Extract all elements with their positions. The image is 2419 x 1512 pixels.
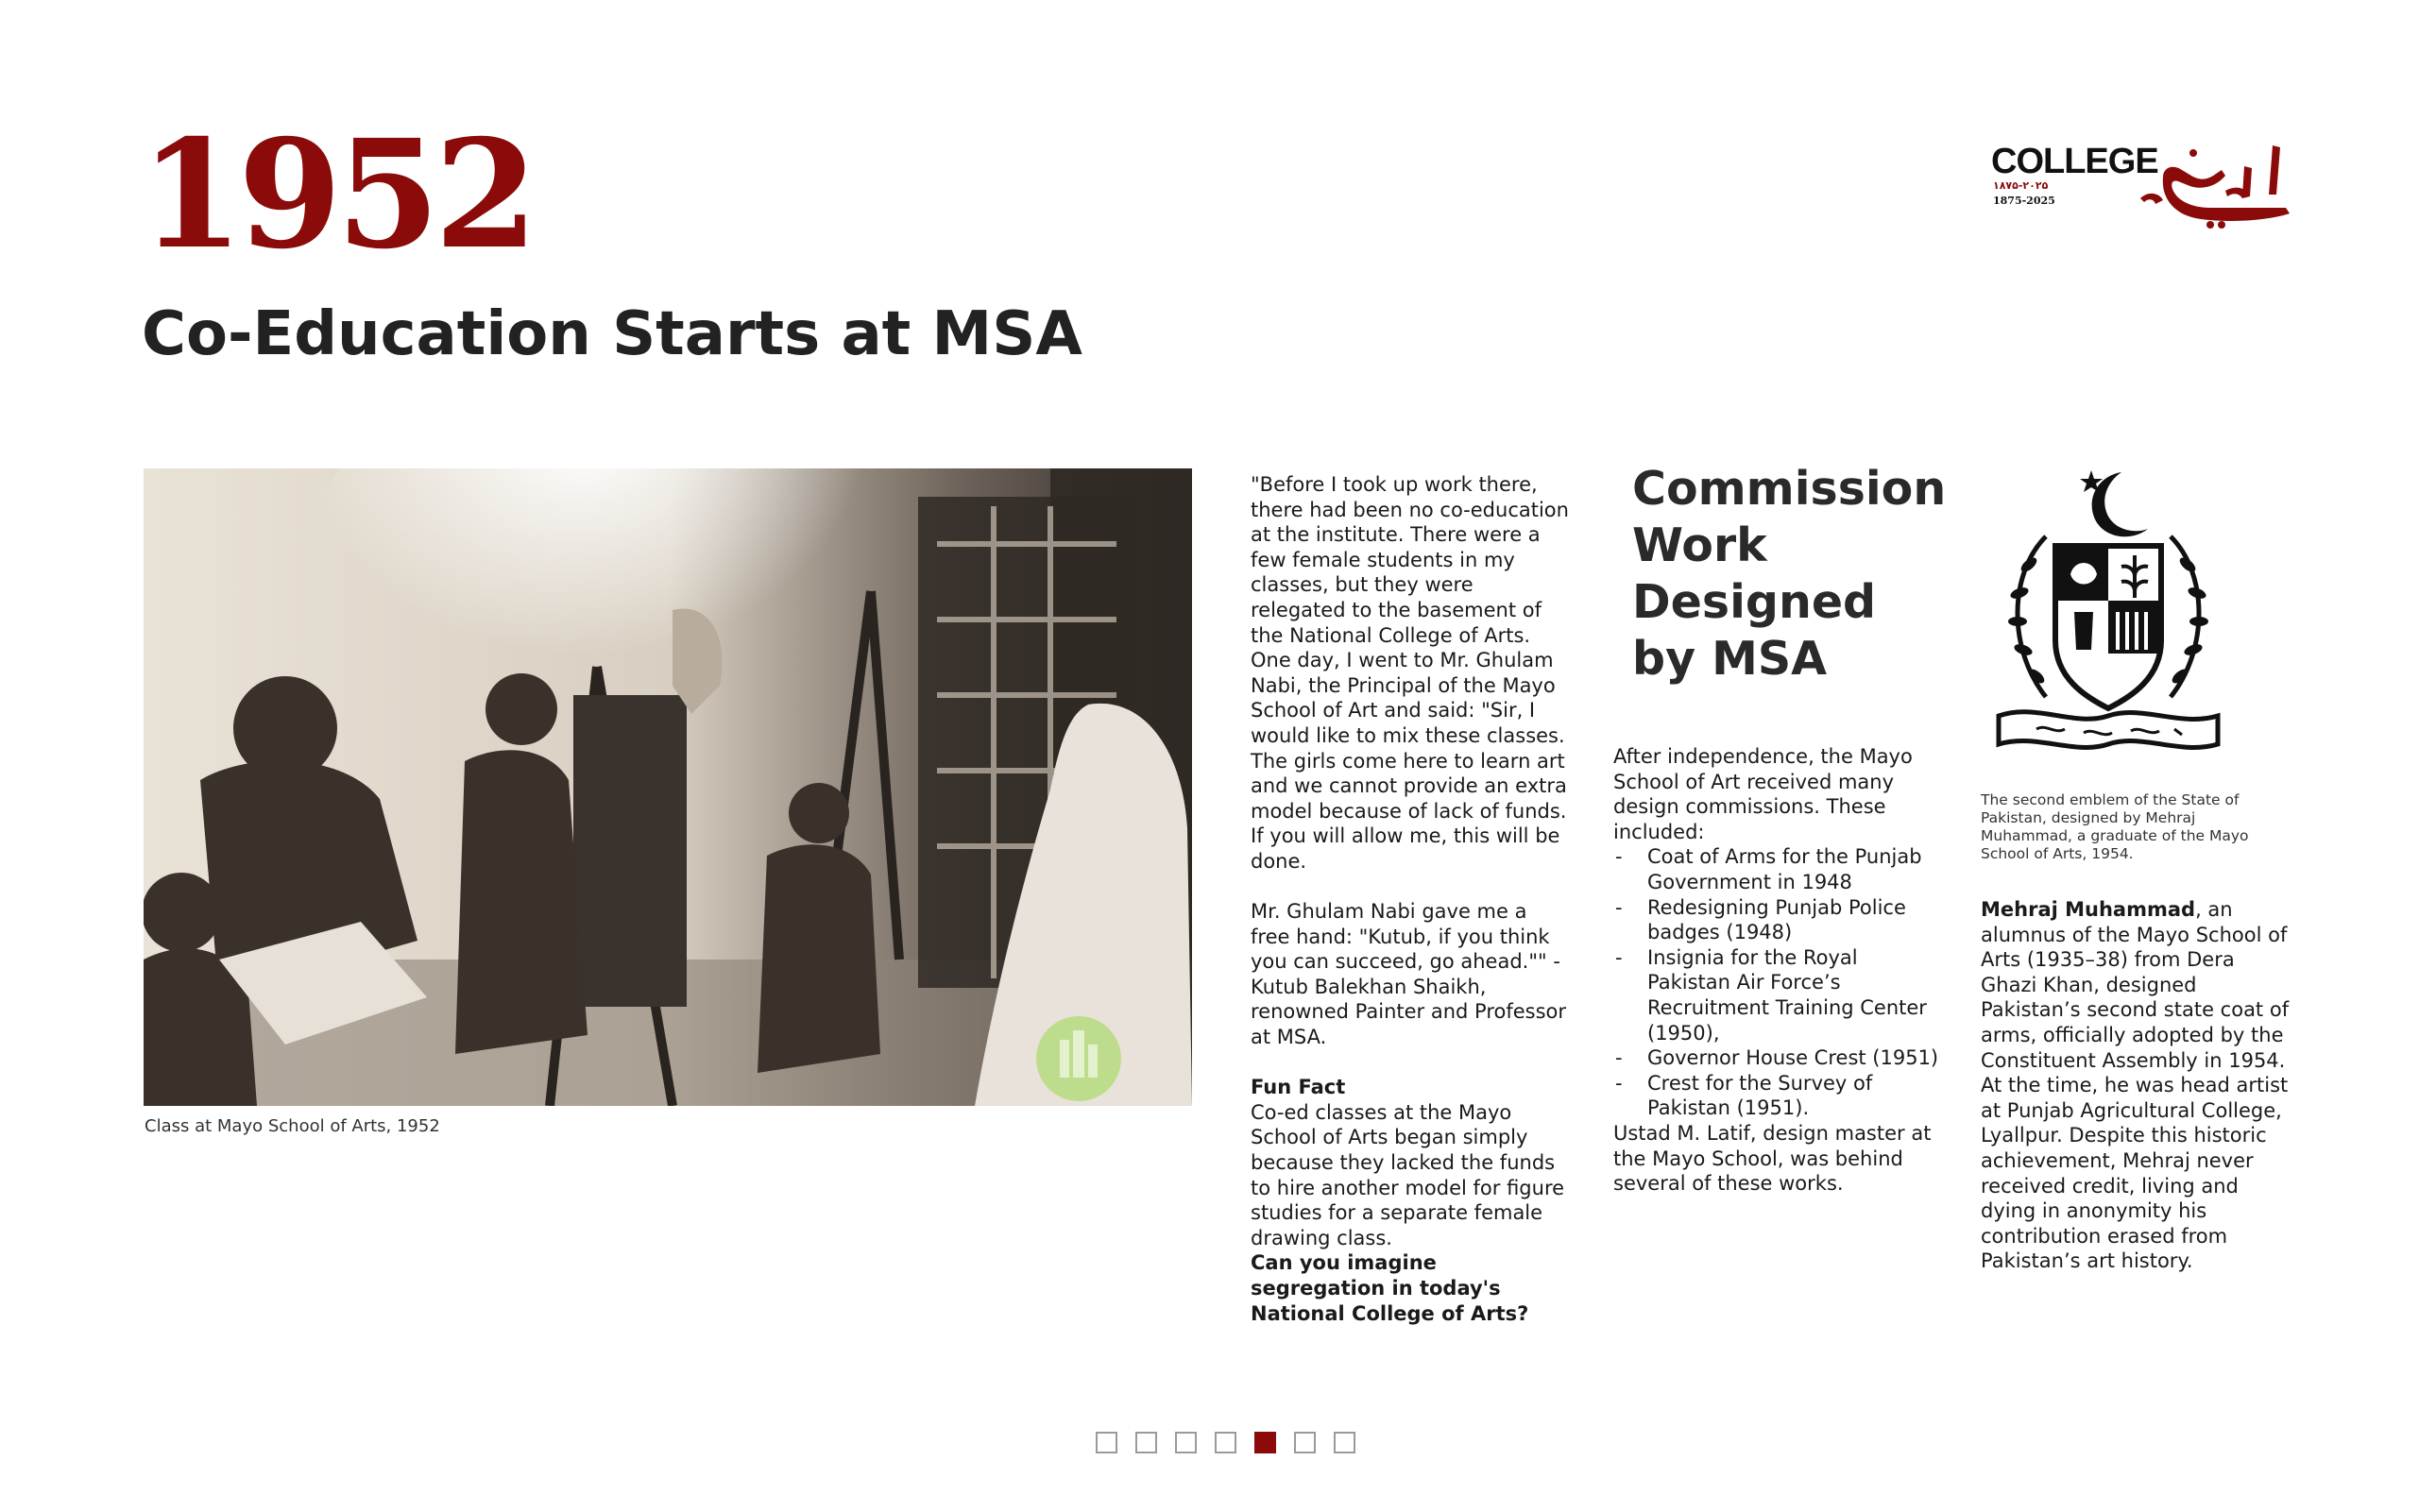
slide-page: 1952 Co-Education Starts at MSA COLLEGE … [0, 0, 2419, 1512]
photo-caption: Class at Mayo School of Arts, 1952 [145, 1116, 440, 1136]
pager-dot-2[interactable] [1135, 1432, 1157, 1453]
pager-dot-7[interactable] [1334, 1432, 1355, 1453]
mehraj-paragraph: Mehraj Muhammad, an alumnus of the Mayo … [1981, 897, 2292, 1274]
college-kahani-logo: COLLEGE ۱۸۷۵-۲۰۲۵ 1875-2025 [1991, 138, 2293, 232]
pager-dot-4[interactable] [1215, 1432, 1236, 1453]
logo-dates: 1875-2025 [1993, 195, 2055, 207]
commission-heading: Commission Work Designed by MSA [1632, 462, 1947, 686]
commission-body: After independence, the Mayo School of A… [1613, 744, 1944, 1197]
commission-list: Coat of Arms for the Punjab Government i… [1613, 844, 1944, 1121]
pager-dot-5-active[interactable] [1254, 1432, 1276, 1453]
pager-dot-6[interactable] [1294, 1432, 1316, 1453]
commission-item: Coat of Arms for the Punjab Government i… [1613, 844, 1944, 894]
commission-item: Insignia for the Royal Pakistan Air Forc… [1613, 945, 1944, 1045]
pager-dot-1[interactable] [1096, 1432, 1117, 1453]
quote-text: "Before I took up work there, there had … [1251, 473, 1569, 873]
class-photo-illustration [144, 468, 1192, 1106]
logo-dates-urdu: ۱۸۷۵-۲۰۲۵ [1993, 179, 2049, 192]
page-title: Co-Education Starts at MSA [142, 299, 1082, 369]
commission-item: Crest for the Survey of Pakistan (1951). [1613, 1071, 1944, 1121]
pager-dot-3[interactable] [1175, 1432, 1197, 1453]
commission-item: Redesigning Punjab Police badges (1948) [1613, 895, 1944, 945]
commission-outro: Ustad M. Latif, design master at the May… [1613, 1121, 1932, 1196]
slide-pager [1096, 1432, 1355, 1453]
fun-fact-text: Co-ed classes at the Mayo School of Arts… [1251, 1100, 1565, 1249]
year-heading: 1952 [140, 108, 538, 282]
class-photo [144, 468, 1192, 1106]
mehraj-name: Mehraj Muhammad [1981, 898, 2196, 921]
quote-attribution: Mr. Ghulam Nabi gave me a free hand: "Ku… [1251, 900, 1567, 1049]
commission-intro: After independence, the Mayo School of A… [1613, 745, 1913, 843]
emblem-caption: The second emblem of the State of Pakist… [1981, 791, 2249, 862]
commission-item: Governor House Crest (1951) [1613, 1045, 1944, 1071]
fun-fact-heading: Fun Fact [1251, 1076, 1346, 1099]
logo-urdu-script-icon [2140, 145, 2290, 229]
fun-fact-question: Can you imagine segregation in today's N… [1251, 1251, 1529, 1325]
state-emblem-icon [1996, 470, 2221, 750]
quote-column: "Before I took up work there, there had … [1251, 472, 1572, 1326]
mehraj-text: , an alumnus of the Mayo School of Arts … [1981, 898, 2290, 1273]
